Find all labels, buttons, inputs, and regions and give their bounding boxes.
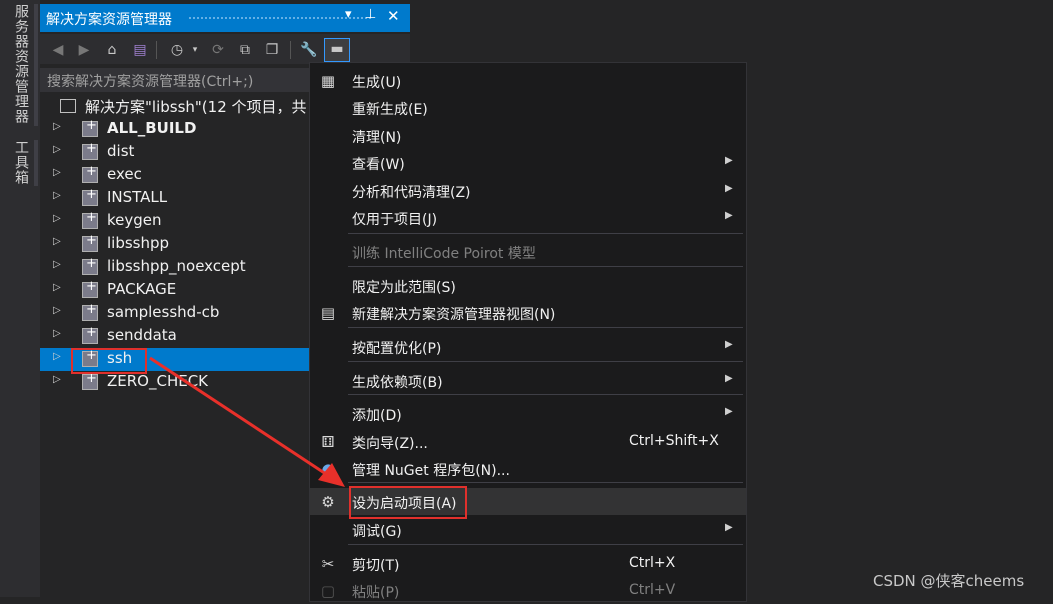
annotation-arrow	[71, 348, 345, 487]
arrow-shaft	[149, 356, 333, 480]
watermark: CSDN @侠客cheems	[873, 572, 1025, 590]
highlight-box-ssh	[71, 348, 147, 374]
arrow-head	[318, 463, 345, 487]
